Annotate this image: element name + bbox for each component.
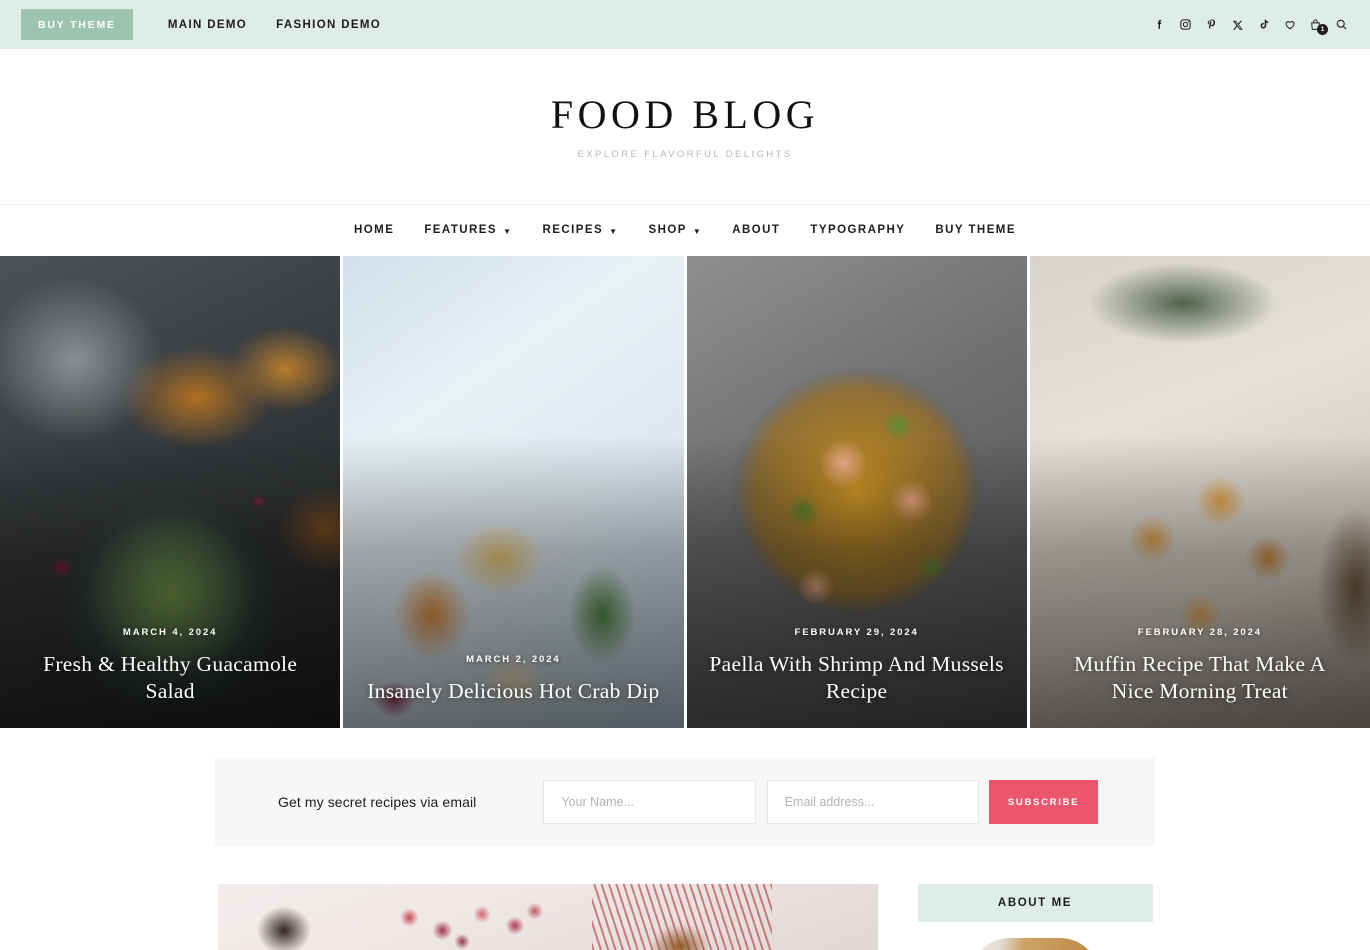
wishlist-heart-icon[interactable] xyxy=(1282,17,1297,32)
newsletter-section: Get my secret recipes via email SUBSCRIB… xyxy=(0,728,1370,846)
cart-icon[interactable]: 1 xyxy=(1308,17,1328,35)
featured-card-guacamole-salad[interactable]: MARCH 4, 2024 Fresh & Healthy Guacamole … xyxy=(0,256,341,728)
nav-label: SHOP xyxy=(648,223,687,236)
post-title[interactable]: Insanely Delicious Hot Crab Dip xyxy=(365,678,661,706)
chevron-down-icon: ▼ xyxy=(609,226,619,236)
newsletter-box: Get my secret recipes via email SUBSCRIB… xyxy=(215,758,1155,846)
nav-label: HOME xyxy=(354,223,395,236)
top-nav-main-demo[interactable]: MAIN DEMO xyxy=(168,19,247,31)
main-navigation: HOME FEATURES ▼ RECIPES ▼ SHOP ▼ ABOUT TYPO… xyxy=(0,205,1370,256)
top-nav-fashion-demo[interactable]: FASHION DEMO xyxy=(276,19,381,31)
buy-theme-button[interactable]: BUY THEME xyxy=(21,8,133,41)
nav-item-shop[interactable]: SHOP ▼ xyxy=(648,223,703,237)
site-tagline: EXPLORE FLAVORFUL DELIGHTS xyxy=(577,149,793,160)
latest-post-image[interactable] xyxy=(217,884,878,950)
featured-caption: FEBRUARY 28, 2024 Muffin Recipe That Mak… xyxy=(1030,627,1370,728)
nav-label: BUY THEME xyxy=(935,223,1016,236)
about-me-photo xyxy=(970,938,1100,950)
about-me-widget-title: ABOUT ME xyxy=(917,884,1153,922)
nav-item-recipes[interactable]: RECIPES ▼ xyxy=(542,223,619,237)
pinterest-icon[interactable] xyxy=(1204,17,1219,32)
chevron-down-icon: ▼ xyxy=(503,226,513,236)
x-twitter-icon[interactable] xyxy=(1230,17,1245,32)
content-area: ABOUT ME xyxy=(0,846,1370,950)
top-bar: BUY THEME MAIN DEMO FASHION DEMO 1 xyxy=(0,0,1370,49)
post-title[interactable]: Paella With Shrimp And Mussels Recipe xyxy=(709,651,1005,706)
nav-label: RECIPES xyxy=(542,223,604,236)
newsletter-label: Get my secret recipes via email xyxy=(278,794,477,810)
nav-item-typography[interactable]: TYPOGRAPHY xyxy=(810,223,906,237)
featured-posts-grid: MARCH 4, 2024 Fresh & Healthy Guacamole … xyxy=(0,256,1370,728)
featured-caption: MARCH 2, 2024 Insanely Delicious Hot Cra… xyxy=(343,654,683,728)
featured-caption: MARCH 4, 2024 Fresh & Healthy Guacamole … xyxy=(0,627,340,728)
chevron-down-icon: ▼ xyxy=(692,226,703,236)
social-icon-bar: 1 xyxy=(1152,0,1349,49)
featured-card-hot-crab-dip[interactable]: MARCH 2, 2024 Insanely Delicious Hot Cra… xyxy=(343,256,684,728)
post-date: MARCH 4, 2024 xyxy=(122,626,218,638)
nav-item-about[interactable]: ABOUT xyxy=(732,223,781,237)
newsletter-email-input[interactable] xyxy=(766,780,980,824)
newsletter-subscribe-button[interactable]: SUBSCRIBE xyxy=(989,780,1098,824)
nav-label: ABOUT xyxy=(732,223,781,236)
tiktok-icon[interactable] xyxy=(1256,17,1271,32)
main-column xyxy=(217,884,878,950)
post-date: MARCH 2, 2024 xyxy=(466,654,561,666)
featured-caption: FEBRUARY 29, 2024 Paella With Shrimp And… xyxy=(687,627,1027,728)
cart-count-badge: 1 xyxy=(1317,24,1328,35)
nav-label: FEATURES xyxy=(424,223,498,236)
nav-item-features[interactable]: FEATURES ▼ xyxy=(424,223,513,237)
top-bar-nav: MAIN DEMO FASHION DEMO xyxy=(168,19,381,31)
featured-card-muffin-recipe[interactable]: FEBRUARY 28, 2024 Muffin Recipe That Mak… xyxy=(1029,256,1370,728)
sidebar: ABOUT ME xyxy=(917,884,1153,950)
nav-label: TYPOGRAPHY xyxy=(810,223,906,236)
nav-item-home[interactable]: HOME xyxy=(354,223,395,237)
nav-item-buy-theme[interactable]: BUY THEME xyxy=(935,223,1016,237)
newsletter-name-input[interactable] xyxy=(543,780,756,824)
post-title[interactable]: Muffin Recipe That Make A Nice Morning T… xyxy=(1052,651,1348,706)
instagram-icon[interactable] xyxy=(1178,17,1193,32)
post-title[interactable]: Fresh & Healthy Guacamole Salad xyxy=(22,651,318,706)
post-date: FEBRUARY 28, 2024 xyxy=(1137,626,1262,638)
facebook-icon[interactable] xyxy=(1152,17,1167,32)
search-icon[interactable] xyxy=(1334,17,1349,32)
site-title[interactable]: FOOD BLOG xyxy=(551,93,819,137)
featured-card-paella[interactable]: FEBRUARY 29, 2024 Paella With Shrimp And… xyxy=(686,256,1027,728)
site-masthead: FOOD BLOG EXPLORE FLAVORFUL DELIGHTS xyxy=(0,49,1370,205)
post-date: FEBRUARY 29, 2024 xyxy=(794,626,919,638)
